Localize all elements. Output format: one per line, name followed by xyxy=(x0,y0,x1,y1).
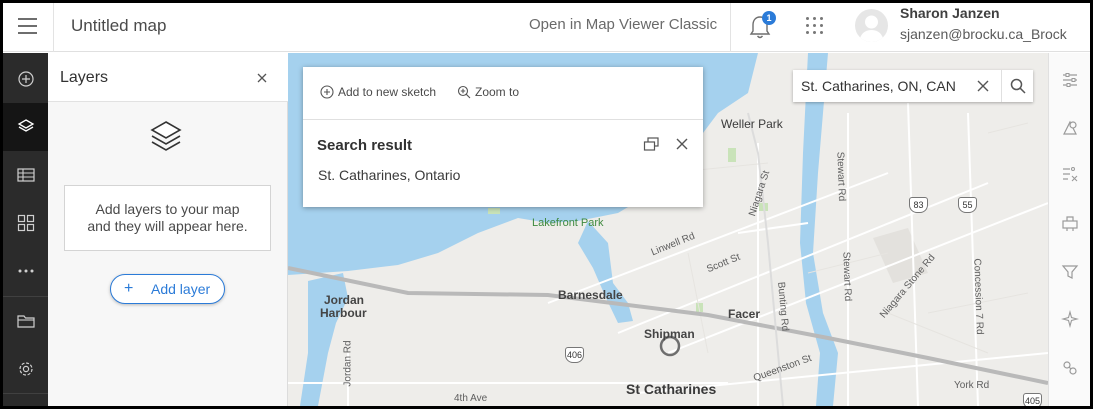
add-layer-label: Add layer xyxy=(151,281,211,297)
place-label: Facer xyxy=(728,307,761,321)
layers-stack-icon xyxy=(150,121,182,151)
highway-shield: 406 xyxy=(565,347,584,363)
properties-icon[interactable] xyxy=(1049,57,1090,103)
popup-actions-bar: Add to new sketch Zoom to xyxy=(303,67,703,120)
place-label: Shipman xyxy=(644,327,695,341)
header-divider xyxy=(53,3,54,52)
close-icon[interactable] xyxy=(674,136,690,152)
layers-icon[interactable] xyxy=(3,103,48,151)
notification-badge: 1 xyxy=(762,11,776,25)
open-classic-link[interactable]: Open in Map Viewer Classic xyxy=(529,16,717,33)
table-icon[interactable] xyxy=(3,151,48,199)
user-avatar[interactable] xyxy=(855,9,888,42)
zoom-to-label: Zoom to xyxy=(475,85,520,99)
search-widget xyxy=(793,70,1033,102)
place-label: Jordan xyxy=(324,293,365,307)
effects-icon[interactable] xyxy=(1049,296,1090,342)
dock-icon[interactable] xyxy=(643,136,660,152)
layers-panel: Layers Add layers to your map and they w… xyxy=(48,53,288,406)
search-input[interactable] xyxy=(793,70,1001,102)
empty-layers-message: Add layers to your map and they will app… xyxy=(64,185,271,251)
app-launcher-icon[interactable] xyxy=(804,15,826,37)
app-header: Untitled map Open in Map Viewer Classic … xyxy=(3,3,1090,52)
map-viewer-window: Untitled map Open in Map Viewer Classic … xyxy=(3,3,1090,406)
basemap-icon[interactable] xyxy=(3,199,48,247)
styles-icon[interactable] xyxy=(1049,105,1090,151)
more-icon[interactable] xyxy=(3,247,48,295)
user-email: sjanzen@brocku.ca_Brock xyxy=(900,26,1067,42)
add-icon[interactable] xyxy=(3,55,48,103)
street-label: York Rd xyxy=(954,380,990,391)
empty-message-line: and they will appear here. xyxy=(87,218,248,234)
street-label: Stewart Rd xyxy=(834,151,848,202)
search-result-popup: Add to new sketch Zoom to Search result … xyxy=(303,67,703,207)
place-label: Weller Park xyxy=(721,117,783,131)
filter-config-icon[interactable] xyxy=(1049,151,1090,197)
place-label: Barnesdale xyxy=(558,288,623,302)
configure-popups-icon[interactable] xyxy=(1049,201,1090,247)
clear-search-icon[interactable] xyxy=(975,78,991,94)
add-layer-button[interactable]: + Add layer xyxy=(110,274,225,304)
park-label: Lakefront Park xyxy=(532,217,604,229)
popup-title: Search result xyxy=(317,137,413,154)
plus-icon: + xyxy=(124,280,134,297)
search-icon xyxy=(1010,78,1026,94)
add-to-sketch-label: Add to new sketch xyxy=(338,85,437,99)
add-circle-icon xyxy=(320,85,334,99)
place-label: Harbour xyxy=(320,306,367,320)
street-label: Jordan Rd xyxy=(342,340,354,387)
filter-icon[interactable] xyxy=(1049,249,1090,295)
hamburger-menu-icon[interactable] xyxy=(17,15,39,37)
layers-panel-title: Layers xyxy=(60,69,109,86)
highway-shield: 83 xyxy=(909,197,928,213)
city-label: St Catharines xyxy=(626,381,717,397)
close-icon[interactable] xyxy=(254,70,270,86)
empty-message-line: Add layers to your map xyxy=(95,201,240,217)
highway-shield: 55 xyxy=(958,197,977,213)
add-to-sketch-action[interactable]: Add to new sketch xyxy=(320,85,436,99)
user-name[interactable]: Sharon Janzen xyxy=(900,5,1000,21)
zoom-in-icon xyxy=(457,85,471,99)
sketch-icon[interactable] xyxy=(1049,345,1090,391)
settings-icon[interactable] xyxy=(3,345,48,393)
popup-body-text: St. Catharines, Ontario xyxy=(318,167,461,183)
toolbar-divider xyxy=(3,393,48,394)
map-title[interactable]: Untitled map xyxy=(71,16,166,36)
zoom-to-action[interactable]: Zoom to xyxy=(457,85,519,99)
header-divider xyxy=(730,3,731,52)
right-toolbar xyxy=(1048,53,1090,406)
folder-icon[interactable] xyxy=(3,297,48,345)
street-label: 4th Ave xyxy=(454,393,488,404)
user-silhouette-icon xyxy=(859,15,884,42)
street-label: Stewart Rd xyxy=(840,251,854,302)
highway-shield: 405 xyxy=(1023,393,1042,406)
search-button[interactable] xyxy=(1001,70,1033,102)
left-toolbar xyxy=(3,53,48,406)
layers-panel-header: Layers xyxy=(48,53,288,102)
